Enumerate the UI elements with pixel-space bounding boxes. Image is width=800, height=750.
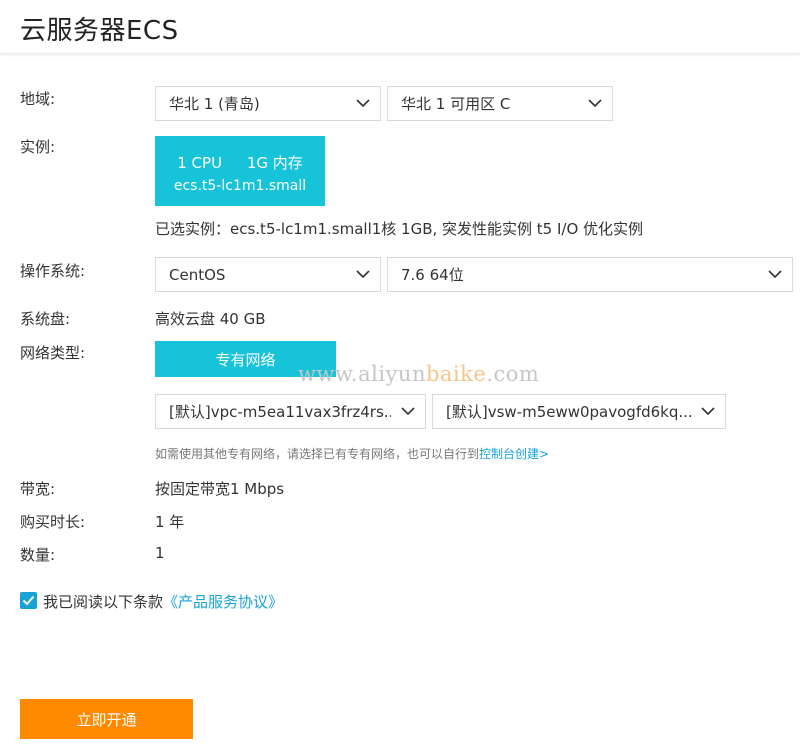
- console-create-link[interactable]: 控制台创建>: [479, 447, 549, 461]
- instance-option-card[interactable]: 1 CPU 1G 内存 ecs.t5-lc1m1.small: [155, 136, 325, 206]
- region-label: 地域:: [20, 90, 56, 108]
- instance-spec: 1 CPU 1G 内存: [155, 152, 325, 173]
- os-label: 操作系统:: [20, 262, 86, 280]
- instance-cpu: 1 CPU: [177, 154, 223, 172]
- chevron-down-icon: [346, 87, 380, 120]
- network-hint-text: 如需使用其他专有网络，请选择已有专有网络，也可以自行到: [155, 447, 480, 461]
- region-select[interactable]: 华北 1 (青岛): [155, 86, 381, 121]
- quantity-label: 数量:: [20, 546, 56, 564]
- region-select-value: 华北 1 (青岛): [169, 95, 260, 113]
- agreement-label: 我已阅读以下条款: [43, 593, 164, 611]
- instance-type: ecs.t5-lc1m1.small: [173, 178, 307, 194]
- vswitch-select-value: [默认]vsw-m5eww0pavogfd6kq...: [446, 403, 691, 421]
- vpc-select[interactable]: [默认]vpc-m5ea11vax3frz4rs...: [155, 394, 426, 429]
- page-title: 云服务器ECS: [20, 16, 179, 46]
- chevron-down-icon: [391, 395, 425, 428]
- watermark: www.aliyunbaike.com: [298, 362, 539, 386]
- zone-select[interactable]: 华北 1 可用区 C: [387, 86, 613, 121]
- os-version-select-value: 7.6 64位: [401, 266, 464, 284]
- page-header: 云服务器ECS: [0, 0, 800, 54]
- duration-label: 购买时长:: [20, 513, 86, 531]
- chevron-down-icon: [578, 87, 612, 120]
- chevron-down-icon: [346, 258, 380, 291]
- agreement-checkbox[interactable]: [20, 592, 37, 609]
- bandwidth-label: 带宽:: [20, 480, 56, 498]
- vswitch-select[interactable]: [默认]vsw-m5eww0pavogfd6kq...: [432, 394, 726, 429]
- quantity-value: 1: [155, 544, 165, 562]
- agreement-text: 我已阅读以下条款《产品服务协议》: [43, 591, 283, 612]
- vpc-select-value: [默认]vpc-m5ea11vax3frz4rs...: [169, 403, 391, 421]
- instance-label: 实例:: [20, 138, 56, 156]
- zone-select-value: 华北 1 可用区 C: [401, 95, 511, 113]
- chevron-down-icon: [691, 395, 725, 428]
- os-version-select[interactable]: 7.6 64位: [387, 257, 793, 292]
- service-agreement-link[interactable]: 《产品服务协议》: [163, 593, 283, 611]
- selected-instance-text: 已选实例：ecs.t5-lc1m1.small1核 1GB, 突发性能实例 t5…: [155, 220, 644, 238]
- disk-value: 高效云盘 40 GB: [155, 310, 266, 328]
- checkmark-icon: [22, 595, 35, 606]
- watermark-prefix: www.aliyun: [298, 362, 426, 386]
- duration-value: 1 年: [155, 513, 185, 531]
- chevron-down-icon: [758, 258, 792, 291]
- instance-memory: 1G 内存: [246, 154, 303, 172]
- submit-button[interactable]: 立即开通: [20, 699, 193, 739]
- disk-label: 系统盘:: [20, 310, 71, 328]
- watermark-suffix: .com: [486, 362, 540, 386]
- network-label: 网络类型:: [20, 344, 86, 362]
- watermark-accent: baike: [425, 362, 487, 386]
- os-select-value: CentOS: [169, 265, 226, 284]
- bandwidth-value: 按固定带宽1 Mbps: [155, 480, 285, 498]
- network-hint: 如需使用其他专有网络，请选择已有专有网络，也可以自行到控制台创建>: [155, 445, 549, 462]
- os-select[interactable]: CentOS: [155, 257, 381, 292]
